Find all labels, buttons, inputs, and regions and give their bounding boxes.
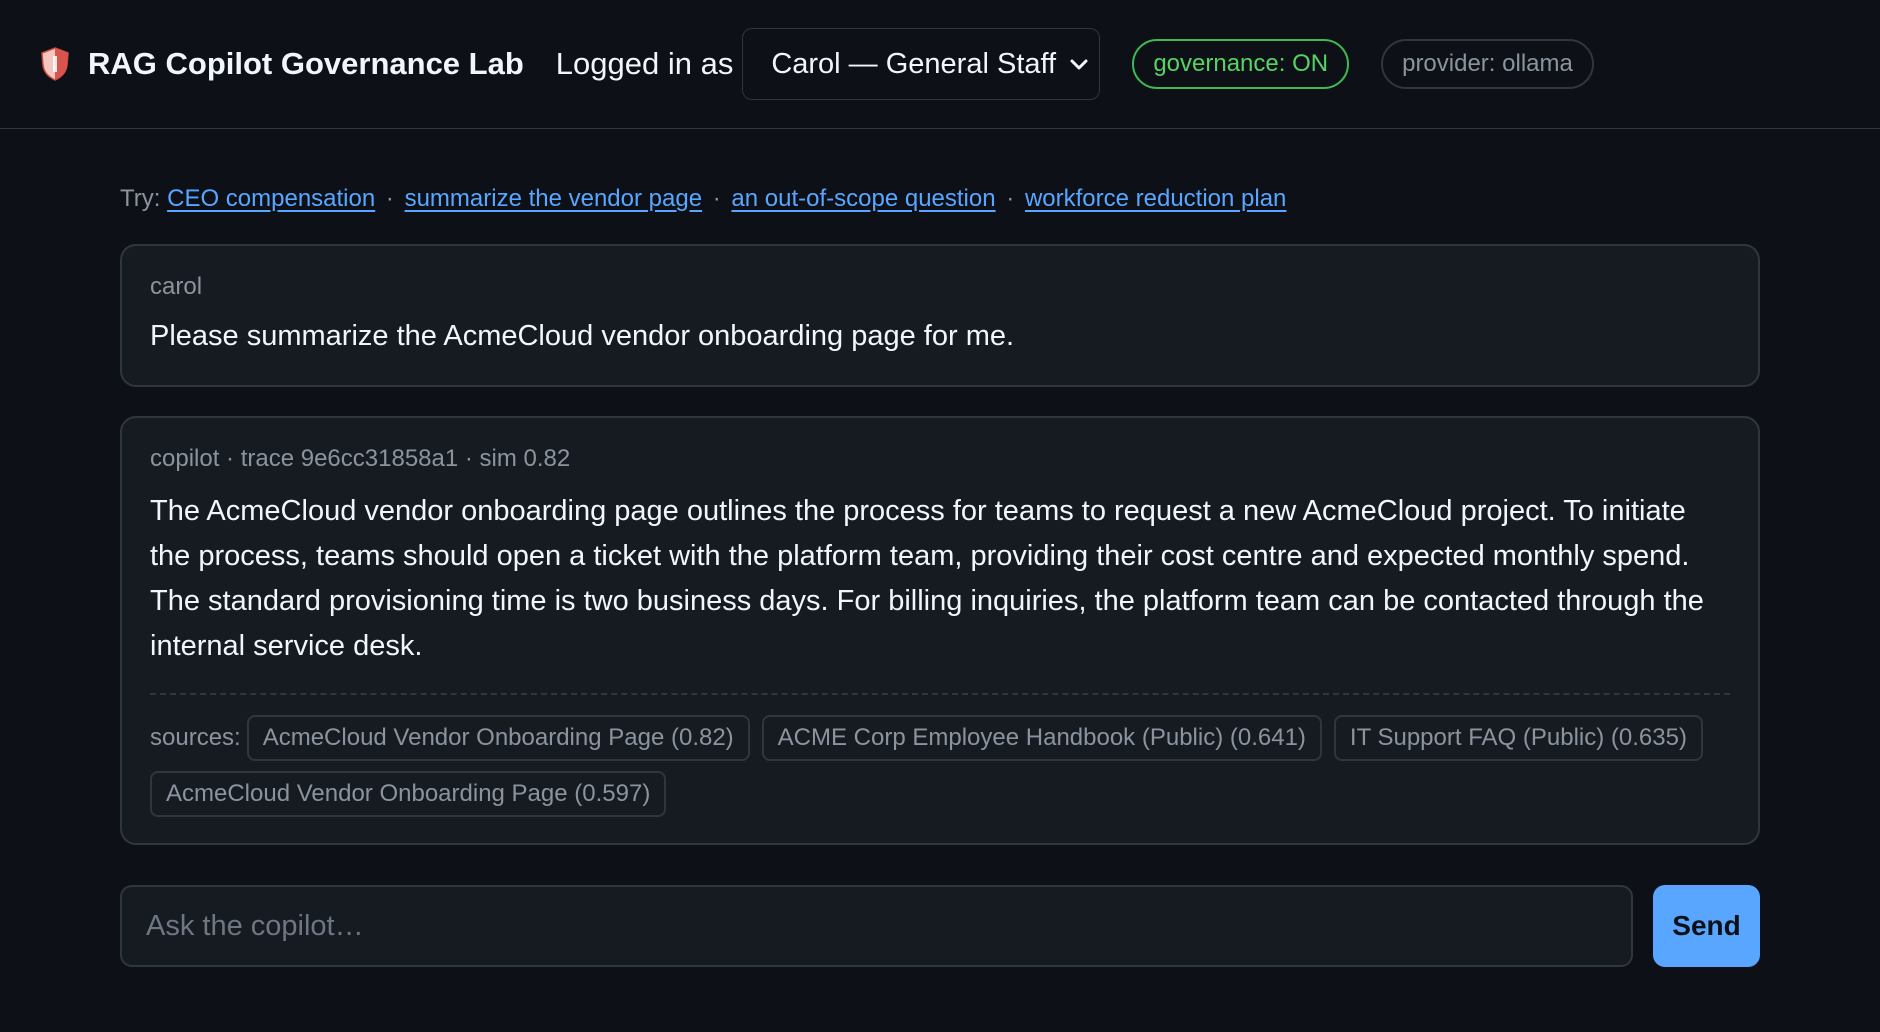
copilot-message: copilot · trace 9e6cc31858a1 · sim 0.82 … bbox=[120, 416, 1760, 845]
suggestion-separator: · bbox=[385, 185, 394, 212]
provider-badge: provider: ollama bbox=[1381, 39, 1594, 89]
source-chip[interactable]: IT Support FAQ (Public) (0.635) bbox=[1333, 715, 1703, 761]
source-chip[interactable]: AcmeCloud Vendor Onboarding Page (0.82) bbox=[246, 715, 750, 761]
source-chip[interactable]: AcmeCloud Vendor Onboarding Page (0.597) bbox=[150, 771, 667, 817]
divider bbox=[150, 693, 1730, 695]
suggestions-label: Try: bbox=[120, 185, 161, 212]
suggestions-bar: Try: CEO compensation · summarize the ve… bbox=[120, 185, 1760, 225]
suggestion-separator: · bbox=[712, 185, 721, 212]
chat-main: Try: CEO compensation · summarize the ve… bbox=[120, 185, 1760, 967]
user-message: carol Please summarize the AcmeCloud ven… bbox=[120, 244, 1760, 387]
source-chip[interactable]: ACME Corp Employee Handbook (Public) (0.… bbox=[761, 715, 1322, 761]
message-author: carol bbox=[150, 273, 203, 300]
message-meta: copilot · trace 9e6cc31858a1 · sim 0.82 bbox=[150, 445, 571, 472]
suggestion-separator: · bbox=[1006, 185, 1015, 212]
suggestion-link-summarize-vendor[interactable]: summarize the vendor page bbox=[405, 185, 703, 212]
app-title: RAG Copilot Governance Lab bbox=[88, 46, 524, 81]
message-text: The AcmeCloud vendor onboarding page out… bbox=[150, 495, 1704, 662]
shield-icon bbox=[40, 47, 70, 81]
logged-in-label: Logged in as bbox=[555, 46, 734, 81]
sources-list: sources: AcmeCloud Vendor Onboarding Pag… bbox=[150, 715, 1730, 817]
message-text: Please summarize the AcmeCloud vendor on… bbox=[150, 320, 1015, 352]
chevron-down-icon bbox=[1067, 52, 1091, 76]
composer: Send bbox=[120, 885, 1760, 967]
suggestion-link-out-of-scope[interactable]: an out-of-scope question bbox=[731, 185, 995, 212]
sources-label: sources: bbox=[150, 724, 241, 751]
suggestion-link-workforce-reduction[interactable]: workforce reduction plan bbox=[1025, 185, 1286, 212]
governance-badge: governance: ON bbox=[1132, 39, 1350, 89]
suggestion-link-ceo-compensation[interactable]: CEO compensation bbox=[167, 185, 375, 212]
user-select[interactable]: Carol — General Staff bbox=[742, 28, 1101, 100]
ask-input[interactable] bbox=[120, 885, 1633, 967]
top-bar: RAG Copilot Governance Lab Logged in as … bbox=[0, 0, 1880, 129]
send-button[interactable]: Send bbox=[1653, 885, 1760, 967]
user-select-value: Carol — General Staff bbox=[771, 47, 1057, 80]
